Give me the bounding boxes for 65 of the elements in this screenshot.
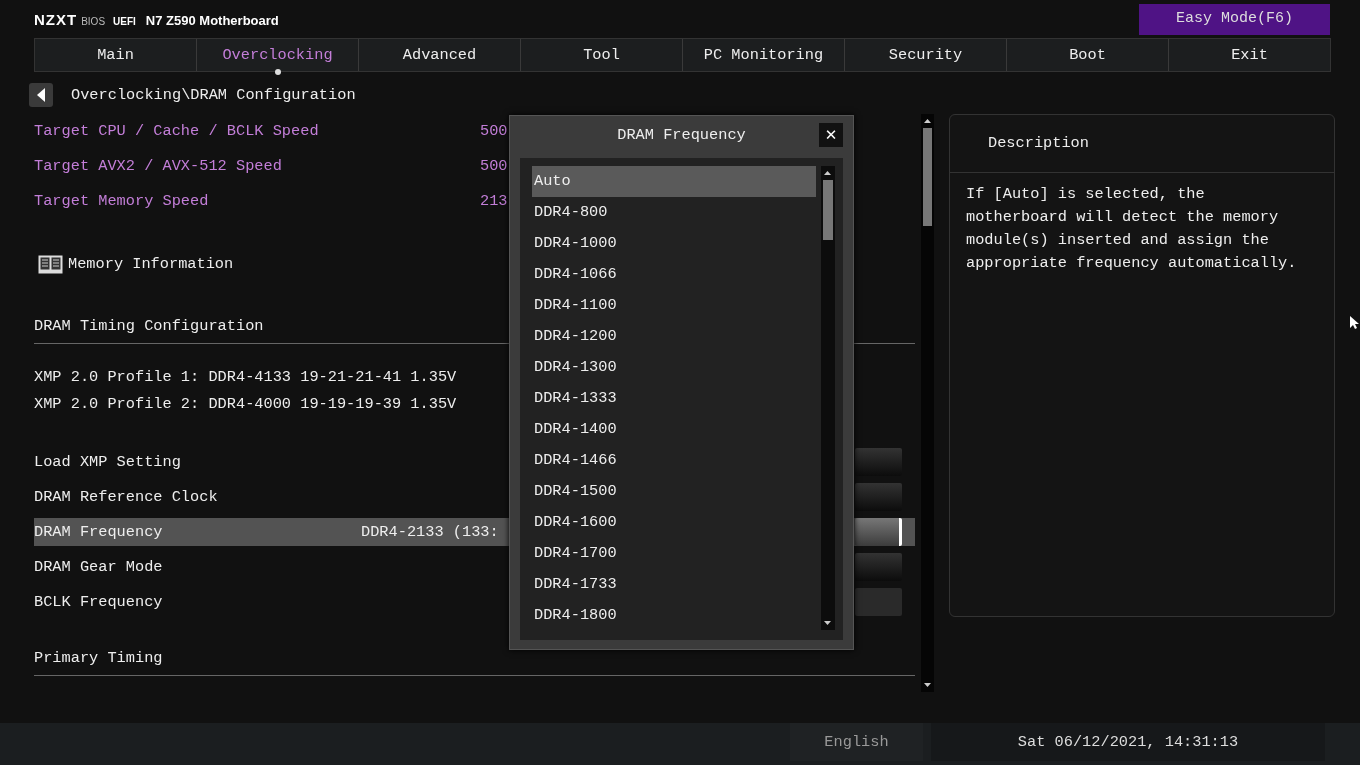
back-button[interactable]	[29, 83, 53, 107]
bios-label: BIOS	[81, 15, 106, 29]
submenu-link[interactable]: Memory Information	[68, 253, 234, 276]
menu-tab[interactable]: Overclocking	[197, 39, 359, 71]
value-field[interactable]	[855, 483, 902, 511]
setting-label[interactable]: Load XMP Setting	[34, 450, 181, 474]
info-value: 500	[480, 121, 508, 143]
scrollbar[interactable]	[821, 166, 835, 630]
scroll-thumb[interactable]	[923, 128, 932, 226]
section-heading: DRAM Timing Configuration	[34, 315, 264, 337]
scrollbar[interactable]	[921, 114, 934, 692]
model-name: N7 Z590 Motherboard	[145, 12, 279, 30]
option-item[interactable]: DDR4-800	[532, 197, 816, 228]
info-value: 500	[480, 156, 508, 178]
book-icon	[38, 255, 63, 274]
left-arrow-icon	[36, 88, 46, 102]
info-label: Target Memory Speed	[34, 191, 209, 213]
value-field[interactable]	[855, 448, 902, 476]
breadcrumb-path: Overclocking\DRAM Configuration	[71, 84, 356, 106]
option-item[interactable]: DDR4-1000	[532, 228, 816, 259]
option-item[interactable]: DDR4-1500	[532, 476, 816, 507]
option-item[interactable]: DDR4-1200	[532, 321, 816, 352]
easy-mode-button[interactable]: Easy Mode(F6)	[1139, 4, 1330, 35]
info-value: 213	[480, 191, 508, 213]
option-item[interactable]: DDR4-1466	[532, 445, 816, 476]
option-item[interactable]: Auto	[532, 166, 816, 197]
up-arrow-icon[interactable]	[922, 116, 933, 126]
down-arrow-icon[interactable]	[922, 680, 933, 690]
language-selector[interactable]: English	[790, 723, 923, 761]
option-item[interactable]: DDR4-1100	[532, 290, 816, 321]
date-time: Sat 06/12/2021, 14:31:13	[931, 723, 1325, 761]
option-item[interactable]: DDR4-1300	[532, 352, 816, 383]
menu-tab[interactable]: Boot	[1007, 39, 1169, 71]
option-item[interactable]: DDR4-1800	[532, 600, 816, 631]
scroll-thumb[interactable]	[823, 180, 833, 240]
info-label: Target AVX2 / AVX-512 Speed	[34, 156, 282, 178]
selected-indicator-icon	[274, 69, 281, 75]
popup-title: DRAM Frequency	[617, 124, 746, 146]
section-heading: Primary Timing	[34, 647, 163, 669]
up-arrow-icon[interactable]	[822, 168, 833, 178]
uefi-label: UEFI	[113, 15, 136, 29]
option-item[interactable]: DDR4-1733	[532, 569, 816, 600]
profile-info: XMP 2.0 Profile 2: DDR4-4000 19-19-19-39 1.35V	[34, 394, 457, 416]
down-arrow-icon[interactable]	[822, 618, 833, 628]
menu-tab[interactable]: Main	[35, 39, 197, 71]
setting-label[interactable]: DRAM Gear Mode	[34, 555, 163, 579]
menu-tab[interactable]: Security	[845, 39, 1007, 71]
value-field[interactable]	[855, 518, 902, 546]
brand-logo: NZXT	[34, 10, 78, 30]
description-text: If [Auto] is selected, the motherboard will detect the memory module(s) inserted and assign the appropriate frequency automatically.	[965, 184, 1298, 274]
setting-value: DDR4-2133 (133:	[361, 521, 499, 543]
close-button[interactable]: ✕	[819, 123, 843, 147]
option-item[interactable]: DDR4-1333	[532, 383, 816, 414]
panel-title: Description	[950, 115, 1334, 173]
info-label: Target CPU / Cache / BCLK Speed	[34, 121, 319, 143]
menu-tab[interactable]: Tool	[521, 39, 683, 71]
option-item[interactable]: DDR4-1400	[532, 414, 816, 445]
menu-tab[interactable]: Exit	[1169, 39, 1330, 71]
profile-info: XMP 2.0 Profile 1: DDR4-4133 19-21-21-41 1.35V	[34, 367, 457, 389]
menu-tab[interactable]: PC Monitoring	[683, 39, 845, 71]
value-field[interactable]	[855, 553, 902, 581]
option-item[interactable]: DDR4-1066	[532, 259, 816, 290]
menu-tab[interactable]: Advanced	[359, 39, 521, 71]
setting-label[interactable]: DRAM Reference Clock	[34, 485, 218, 509]
setting-label: DRAM Frequency	[34, 521, 163, 543]
